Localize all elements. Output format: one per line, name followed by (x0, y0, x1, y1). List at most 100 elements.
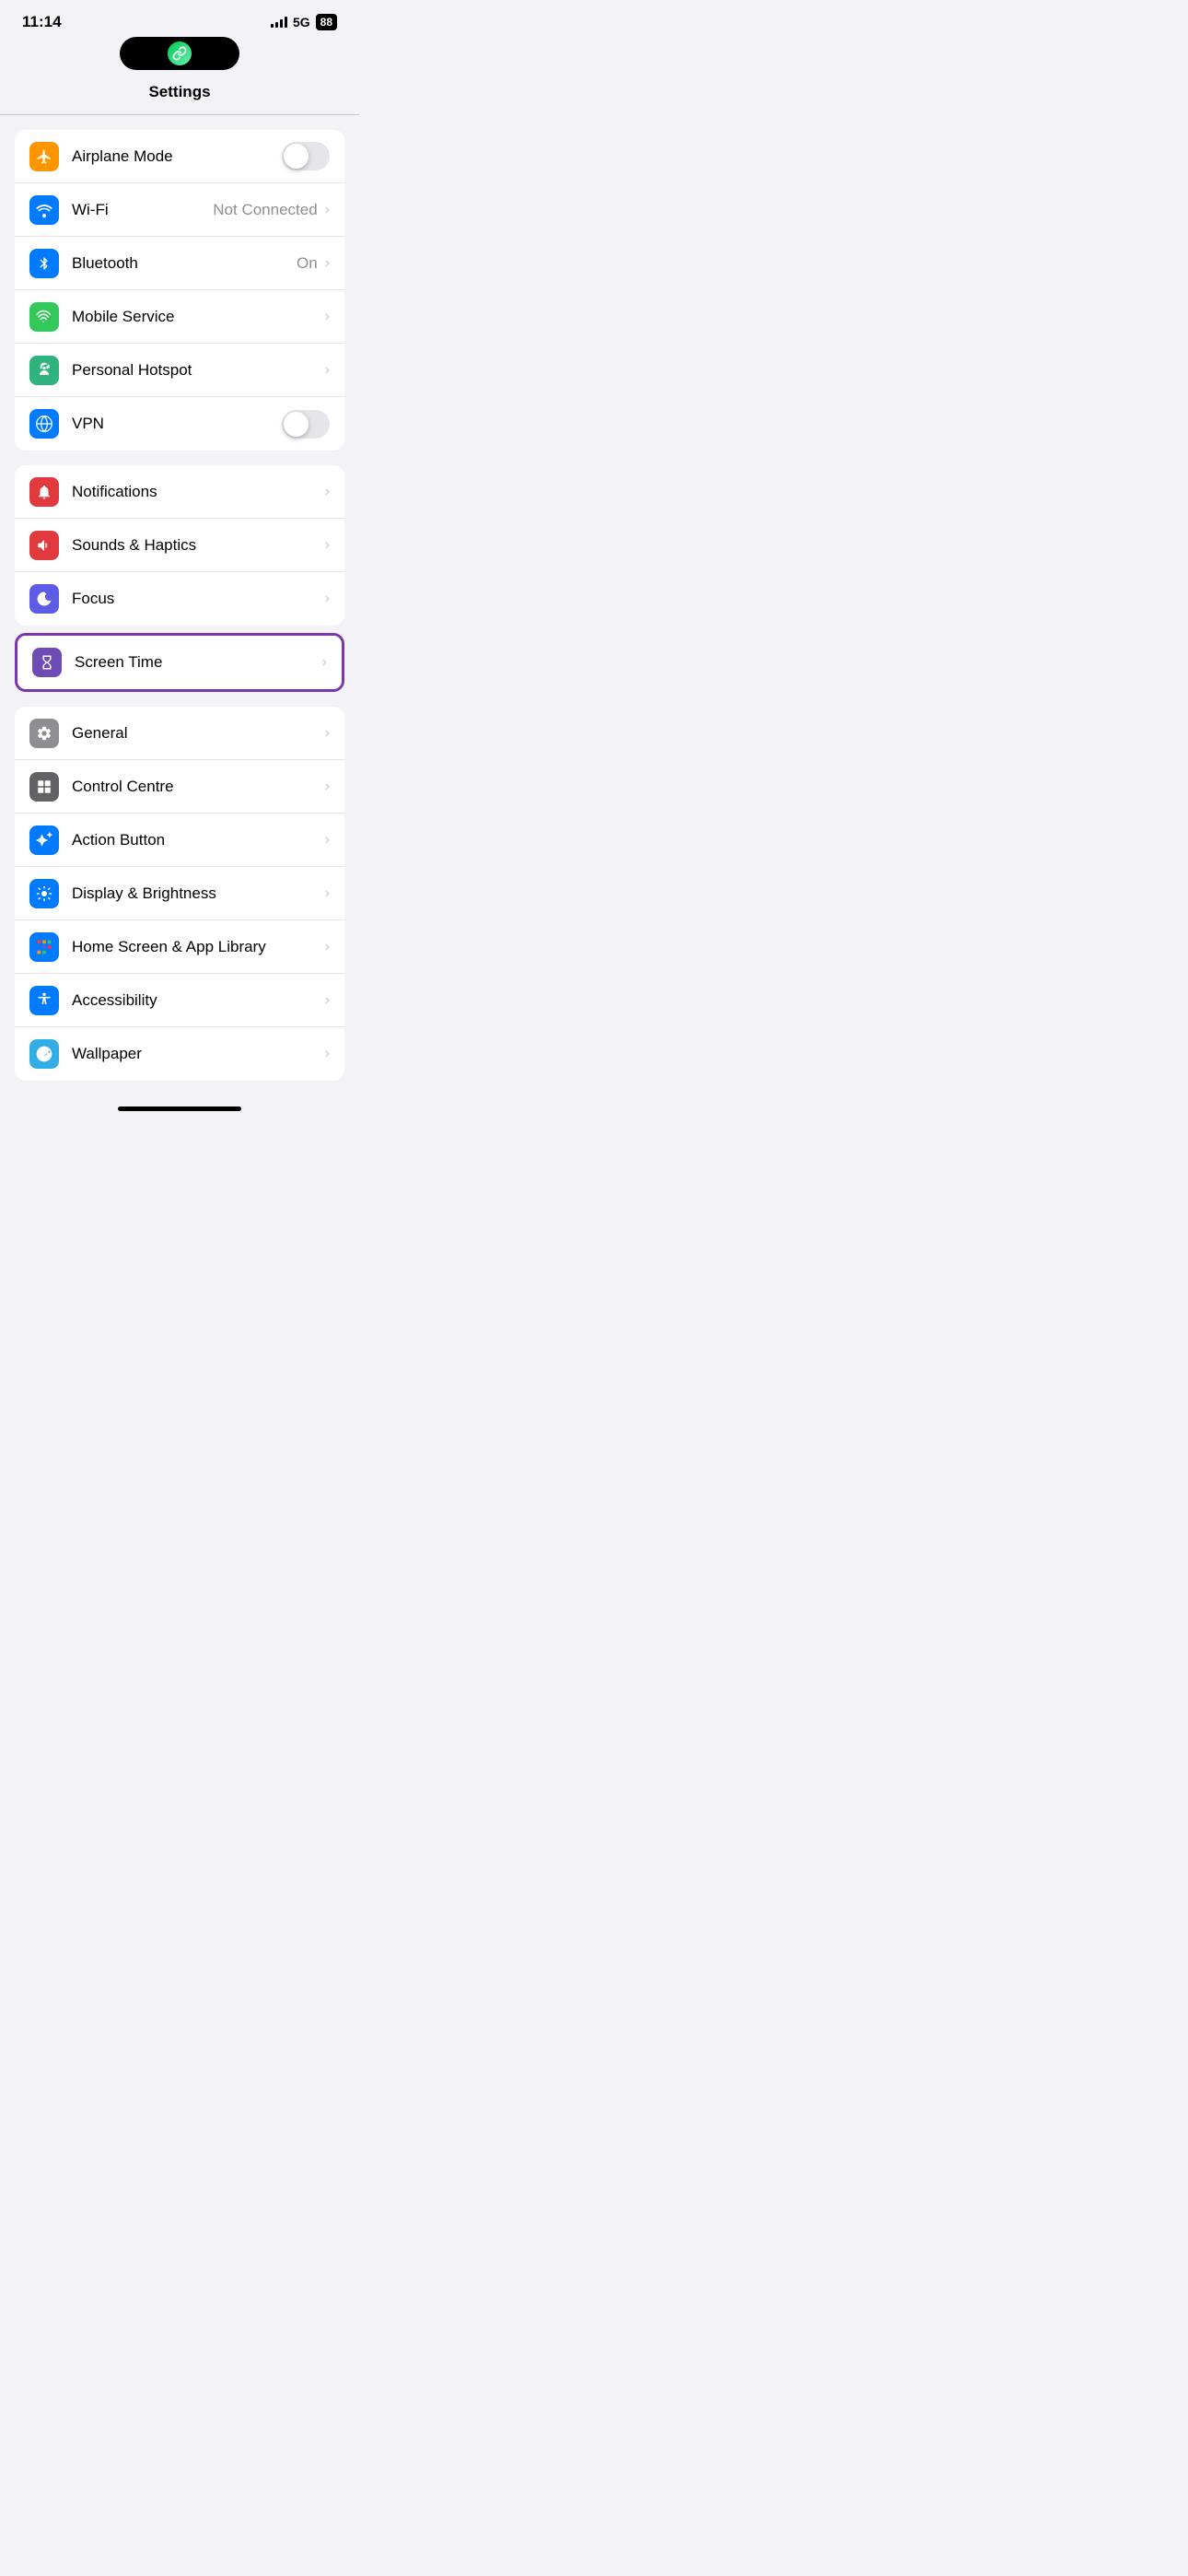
vpn-toggle[interactable] (282, 410, 330, 439)
home-bar (118, 1107, 241, 1111)
status-bar: 11:14 5G 88 (0, 0, 359, 37)
focus-chevron: › (325, 591, 330, 607)
airplane-mode-toggle[interactable] (282, 142, 330, 170)
connectivity-group: Airplane Mode Wi-Fi Not Connected › (15, 130, 344, 451)
home-screen-label: Home Screen & App Library (72, 938, 266, 956)
wallpaper-row[interactable]: Wallpaper › (15, 1027, 344, 1081)
control-centre-icon (29, 772, 59, 802)
action-button-content: Action Button › (72, 831, 330, 849)
mobile-service-content: Mobile Service › (72, 308, 330, 326)
dynamic-island (120, 37, 239, 70)
network-type: 5G (293, 15, 310, 29)
accessibility-icon (29, 986, 59, 1015)
wifi-content: Wi-Fi Not Connected › (72, 201, 330, 219)
action-button-chevron: › (325, 832, 330, 849)
control-centre-chevron: › (325, 779, 330, 795)
general-icon (29, 719, 59, 748)
page-title: Settings (148, 83, 210, 100)
display-brightness-icon (29, 879, 59, 908)
airplane-mode-content: Airplane Mode (72, 142, 330, 170)
airplane-mode-toggle-thumb (284, 144, 309, 169)
home-screen-chevron: › (325, 939, 330, 955)
general-chevron: › (325, 725, 330, 742)
control-centre-row[interactable]: Control Centre › (15, 760, 344, 814)
battery-level: 88 (316, 14, 337, 30)
airplane-mode-label: Airplane Mode (72, 147, 173, 166)
wifi-right: Not Connected › (213, 201, 330, 219)
page-header: Settings (0, 74, 359, 115)
general-row[interactable]: General › (15, 707, 344, 760)
screen-time-icon (32, 648, 62, 677)
home-indicator (0, 1092, 359, 1118)
bluetooth-right: On › (297, 254, 330, 273)
wallpaper-icon (29, 1039, 59, 1069)
general-content: General › (72, 724, 330, 743)
sounds-icon (29, 531, 59, 560)
mobile-service-label: Mobile Service (72, 308, 175, 326)
bluetooth-chevron: › (325, 255, 330, 272)
control-centre-label: Control Centre (72, 778, 174, 796)
focus-content: Focus › (72, 590, 330, 608)
dynamic-island-icon (168, 41, 192, 65)
sounds-haptics-content: Sounds & Haptics › (72, 536, 330, 555)
screen-time-chevron: › (322, 654, 327, 671)
personal-hotspot-icon (29, 356, 59, 385)
notifications-group: Notifications › Sounds & Haptics › Focus… (15, 465, 344, 626)
home-screen-row[interactable]: Home Screen & App Library › (15, 920, 344, 974)
vpn-content: VPN (72, 410, 330, 439)
home-screen-content: Home Screen & App Library › (72, 938, 330, 956)
screen-time-row[interactable]: Screen Time › (17, 636, 342, 689)
status-right-icons: 5G 88 (271, 14, 337, 30)
screen-time-highlighted-group: Screen Time › (15, 633, 344, 692)
sounds-haptics-label: Sounds & Haptics (72, 536, 196, 555)
notifications-icon (29, 477, 59, 507)
vpn-icon (29, 409, 59, 439)
personal-hotspot-content: Personal Hotspot › (72, 361, 330, 380)
screen-time-content: Screen Time › (75, 653, 327, 672)
mobile-service-chevron: › (325, 309, 330, 325)
airplane-mode-icon (29, 142, 59, 171)
display-brightness-label: Display & Brightness (72, 884, 216, 903)
focus-label: Focus (72, 590, 114, 608)
notifications-label: Notifications (72, 483, 157, 501)
wallpaper-content: Wallpaper › (72, 1045, 330, 1063)
control-centre-content: Control Centre › (72, 778, 330, 796)
sounds-haptics-row[interactable]: Sounds & Haptics › (15, 519, 344, 572)
personal-hotspot-label: Personal Hotspot (72, 361, 192, 380)
focus-icon (29, 584, 59, 614)
vpn-row[interactable]: VPN (15, 397, 344, 451)
bluetooth-row[interactable]: Bluetooth On › (15, 237, 344, 290)
bluetooth-content: Bluetooth On › (72, 254, 330, 273)
general-label: General (72, 724, 127, 743)
vpn-label: VPN (72, 415, 104, 433)
airplane-mode-row[interactable]: Airplane Mode (15, 130, 344, 183)
notifications-row[interactable]: Notifications › (15, 465, 344, 519)
accessibility-content: Accessibility › (72, 991, 330, 1010)
wifi-row[interactable]: Wi-Fi Not Connected › (15, 183, 344, 237)
wallpaper-chevron: › (325, 1046, 330, 1062)
focus-row[interactable]: Focus › (15, 572, 344, 626)
personal-hotspot-chevron: › (325, 362, 330, 379)
action-button-label: Action Button (72, 831, 165, 849)
wifi-label: Wi-Fi (72, 201, 109, 219)
status-time: 11:14 (22, 13, 62, 31)
home-screen-icon (29, 932, 59, 962)
mobile-service-icon (29, 302, 59, 332)
display-brightness-row[interactable]: Display & Brightness › (15, 867, 344, 920)
wifi-status: Not Connected (213, 201, 317, 219)
sounds-haptics-chevron: › (325, 537, 330, 554)
action-button-row[interactable]: Action Button › (15, 814, 344, 867)
personal-hotspot-row[interactable]: Personal Hotspot › (15, 344, 344, 397)
mobile-service-row[interactable]: Mobile Service › (15, 290, 344, 344)
accessibility-row[interactable]: Accessibility › (15, 974, 344, 1027)
display-brightness-chevron: › (325, 885, 330, 902)
notifications-chevron: › (325, 484, 330, 500)
accessibility-chevron: › (325, 992, 330, 1009)
dynamic-island-area (0, 37, 359, 70)
bluetooth-label: Bluetooth (72, 254, 138, 273)
screen-time-label: Screen Time (75, 653, 162, 672)
wallpaper-label: Wallpaper (72, 1045, 142, 1063)
signal-bars (271, 17, 287, 28)
accessibility-label: Accessibility (72, 991, 157, 1010)
display-brightness-content: Display & Brightness › (72, 884, 330, 903)
